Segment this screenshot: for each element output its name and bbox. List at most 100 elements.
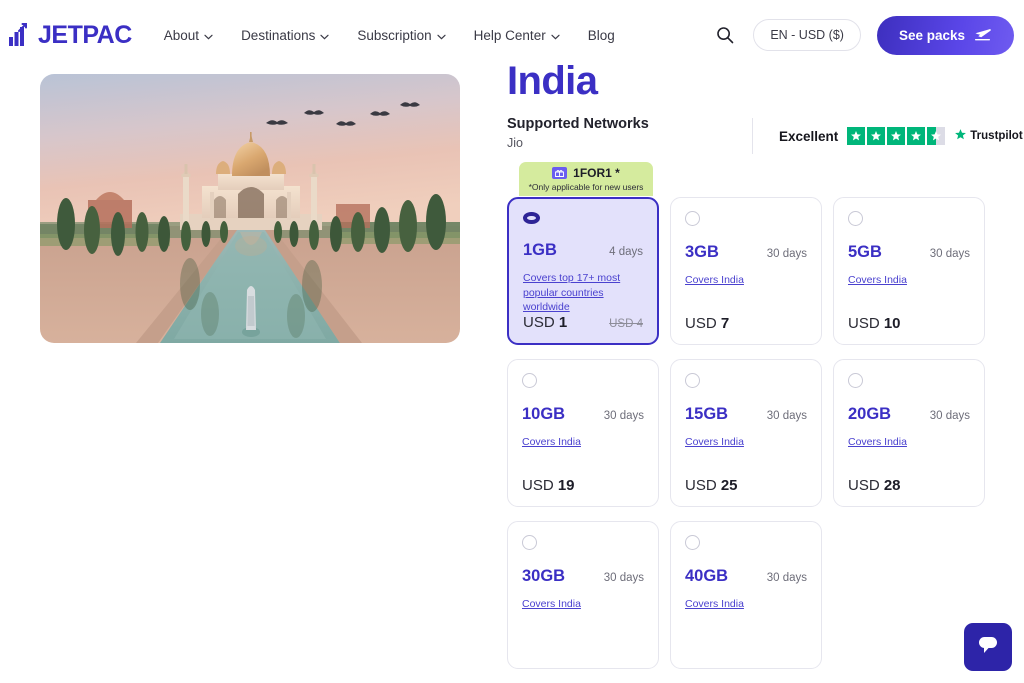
star-icon: [887, 127, 905, 145]
plan-validity: 4 days: [609, 246, 643, 258]
plan-coverage-link[interactable]: Covers India: [685, 435, 807, 449]
plan-card[interactable]: 3GB 30 days Covers India USD 7: [670, 197, 822, 345]
nav-item-label: Help Center: [474, 28, 546, 43]
promo-badge-note: *Only applicable for new users: [525, 182, 647, 192]
plan-price: USD 10: [848, 315, 901, 332]
nav-item-destinations[interactable]: Destinations: [241, 28, 329, 43]
plan-price-amount: 25: [721, 477, 738, 494]
trustpilot-rating[interactable]: Excellent Trustpilot: [752, 118, 1023, 154]
plan-card-footer: USD 28: [848, 477, 970, 494]
supported-networks-row: Supported Networks Jio Excellent Trustpi…: [507, 116, 1007, 158]
plan-validity: 30 days: [767, 572, 807, 584]
plan-price-currency: USD: [522, 477, 554, 494]
plan-card-footer: USD 7: [685, 315, 807, 332]
trustpilot-brand: Trustpilot: [954, 128, 1022, 144]
plan-price-currency: USD: [685, 477, 717, 494]
page-title: India: [507, 60, 1007, 102]
plan-validity: 30 days: [930, 248, 970, 260]
plan-card-header: 40GB 30 days: [685, 567, 807, 586]
chat-widget-button[interactable]: [964, 623, 1012, 671]
plan-price-amount: 10: [884, 315, 901, 332]
plan-coverage-link[interactable]: Covers India: [848, 273, 970, 287]
nav-item-blog[interactable]: Blog: [588, 28, 615, 43]
plan-coverage-link[interactable]: Covers top 17+ most popular countries wo…: [523, 271, 643, 314]
plan-validity: 30 days: [604, 410, 644, 422]
promo-badge-top: 1FOR1 *: [525, 166, 647, 180]
chevron-down-icon: [204, 28, 213, 43]
plan-price-currency: USD: [523, 314, 555, 331]
search-icon[interactable]: [713, 23, 737, 47]
plan-card[interactable]: 15GB 30 days Covers India USD 25: [670, 359, 822, 507]
plan-price-amount: 19: [558, 477, 575, 494]
plan-card[interactable]: 40GB 30 days Covers India: [670, 521, 822, 669]
plan-data-size: 20GB: [848, 405, 891, 424]
plan-validity: 30 days: [767, 248, 807, 260]
plan-radio[interactable]: [522, 373, 537, 388]
plan-card-footer: USD 10: [848, 315, 970, 332]
trustpilot-rating-word: Excellent: [779, 129, 838, 144]
gift-tag-icon: [552, 167, 567, 179]
star-icon: [867, 127, 885, 145]
plan-data-size: 5GB: [848, 243, 882, 262]
star-half-icon: [927, 127, 945, 145]
airplane-takeoff-icon: [974, 27, 992, 44]
plan-validity: 30 days: [930, 410, 970, 422]
plan-radio[interactable]: [848, 211, 863, 226]
plan-card[interactable]: 1GB 4 days Covers top 17+ most popular c…: [507, 197, 659, 345]
plan-radio[interactable]: [685, 373, 700, 388]
plan-card[interactable]: 5GB 30 days Covers India USD 10: [833, 197, 985, 345]
plan-radio-selected[interactable]: [523, 212, 540, 224]
plan-price: USD 28: [848, 477, 901, 494]
see-packs-button[interactable]: See packs: [877, 16, 1014, 55]
see-packs-label: See packs: [899, 28, 965, 43]
plan-validity: 30 days: [767, 410, 807, 422]
main-nav: About Destinations Subscription Help Cen…: [164, 28, 615, 43]
plan-card[interactable]: 10GB 30 days Covers India USD 19: [507, 359, 659, 507]
nav-item-label: Destinations: [241, 28, 315, 43]
plan-card-header: 5GB 30 days: [848, 243, 970, 262]
brand-logo-text: JETPAC: [38, 21, 132, 50]
plan-card[interactable]: 30GB 30 days Covers India: [507, 521, 659, 669]
brand-logo[interactable]: JETPAC: [8, 21, 132, 50]
nav-item-subscription[interactable]: Subscription: [357, 28, 445, 43]
plan-radio[interactable]: [522, 535, 537, 550]
promo-badge-label: 1FOR1 *: [573, 166, 620, 180]
chevron-down-icon: [320, 28, 329, 43]
trustpilot-star-icon: [954, 128, 967, 144]
plan-card-header: 15GB 30 days: [685, 405, 807, 424]
trustpilot-brand-label: Trustpilot: [970, 130, 1022, 142]
language-currency-selector[interactable]: EN - USD ($): [753, 19, 861, 51]
plan-radio[interactable]: [685, 211, 700, 226]
plan-card-footer: USD 19: [522, 477, 644, 494]
plan-coverage-link[interactable]: Covers India: [685, 273, 807, 287]
plan-card-header: 1GB 4 days: [523, 241, 643, 260]
plan-price-original: USD 4: [609, 318, 643, 330]
trustpilot-stars: [847, 127, 945, 145]
plan-card-footer: USD 25: [685, 477, 807, 494]
plan-radio[interactable]: [848, 373, 863, 388]
plan-coverage-link[interactable]: Covers India: [848, 435, 970, 449]
plan-data-size: 40GB: [685, 567, 728, 586]
plan-price-amount: 7: [721, 315, 729, 332]
plan-radio[interactable]: [685, 535, 700, 550]
taj-mahal-photo: [40, 74, 460, 343]
plan-grid: 1GB 4 days Covers top 17+ most popular c…: [507, 197, 985, 669]
nav-item-help-center[interactable]: Help Center: [474, 28, 560, 43]
nav-item-label: Subscription: [357, 28, 431, 43]
plan-card-header: 20GB 30 days: [848, 405, 970, 424]
plan-coverage-link[interactable]: Covers India: [685, 597, 807, 611]
promo-badge: 1FOR1 * *Only applicable for new users: [519, 162, 653, 196]
nav-item-label: About: [164, 28, 199, 43]
plan-card[interactable]: 20GB 30 days Covers India USD 28: [833, 359, 985, 507]
plan-validity: 30 days: [604, 572, 644, 584]
plan-price-currency: USD: [848, 477, 880, 494]
nav-item-label: Blog: [588, 28, 615, 43]
nav-item-about[interactable]: About: [164, 28, 213, 43]
plan-card-header: 3GB 30 days: [685, 243, 807, 262]
star-icon: [847, 127, 865, 145]
plan-data-size: 15GB: [685, 405, 728, 424]
page-root: JETPAC About Destinations Subscription: [0, 0, 1024, 683]
plan-coverage-link[interactable]: Covers India: [522, 435, 644, 449]
plan-coverage-link[interactable]: Covers India: [522, 597, 644, 611]
destination-hero-image: [40, 74, 460, 343]
